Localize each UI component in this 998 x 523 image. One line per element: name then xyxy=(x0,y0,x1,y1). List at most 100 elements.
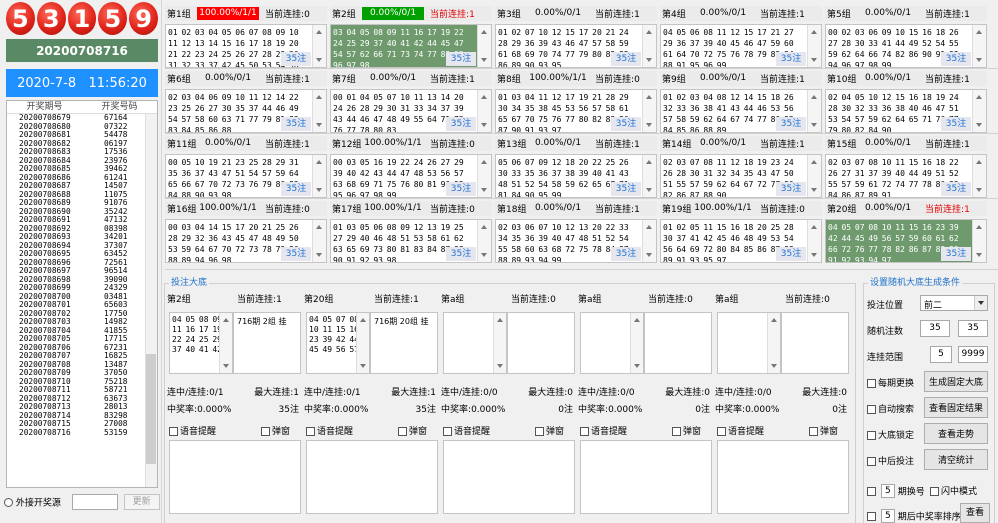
lock-checkbox[interactable]: 大底锁定 xyxy=(867,428,914,441)
range-min-input[interactable]: 5 xyxy=(930,346,952,363)
sort-input[interactable]: 5 xyxy=(880,509,895,523)
scroll-up-icon[interactable] xyxy=(811,95,817,99)
bet-plan-box[interactable] xyxy=(507,312,575,374)
group-scrollbar[interactable] xyxy=(807,155,821,197)
random-min-input[interactable]: 35 xyxy=(920,320,950,337)
voice-alert-checkbox[interactable]: 语音提醒 xyxy=(717,424,764,437)
group-numbers-box[interactable]: 01 02 07 10 12 15 17 20 21 24 28 29 36 3… xyxy=(495,24,657,68)
scroll-up-icon[interactable] xyxy=(811,225,817,229)
scroll-down-icon[interactable] xyxy=(481,188,487,192)
scroll-up-icon[interactable] xyxy=(634,318,640,322)
popup-checkbox[interactable]: 弹窗 xyxy=(398,424,427,437)
scroll-down-icon[interactable] xyxy=(811,253,817,257)
bet-plan-box[interactable] xyxy=(644,312,712,374)
voice-alert-checkbox[interactable]: 语音提醒 xyxy=(443,424,490,437)
popup-checkbox[interactable]: 弹窗 xyxy=(535,424,564,437)
position-select[interactable]: 前二 xyxy=(920,295,988,311)
scroll-up-icon[interactable] xyxy=(223,318,229,322)
bet-result-box[interactable] xyxy=(306,440,438,514)
external-source-input[interactable] xyxy=(71,494,118,510)
period-change-input[interactable]: 5 xyxy=(880,484,895,498)
scroll-down-icon[interactable] xyxy=(771,364,777,368)
group-scrollbar[interactable] xyxy=(972,220,986,262)
group-scrollbar[interactable] xyxy=(807,25,821,67)
bet-plan-box[interactable] xyxy=(781,312,849,374)
scroll-up-icon[interactable] xyxy=(481,95,487,99)
group-scrollbar[interactable] xyxy=(312,90,326,132)
popup-checkbox[interactable]: 弹窗 xyxy=(809,424,838,437)
group-numbers-box[interactable]: 02 04 05 10 12 15 16 18 19 24 28 30 32 3… xyxy=(825,89,987,133)
scroll-up-icon[interactable] xyxy=(976,225,982,229)
each-period-checkbox[interactable]: 每期更换 xyxy=(867,376,914,389)
sort-checkbox[interactable] xyxy=(867,511,876,521)
group-scrollbar[interactable] xyxy=(477,220,491,262)
group-scrollbar[interactable] xyxy=(807,90,821,132)
bet-numbers-box[interactable] xyxy=(717,312,781,374)
scroll-down-icon[interactable] xyxy=(646,188,652,192)
group-scrollbar[interactable] xyxy=(312,25,326,67)
scroll-up-icon[interactable] xyxy=(976,160,982,164)
group-numbers-box[interactable]: 02 03 04 06 09 10 11 12 14 22 23 25 26 2… xyxy=(165,89,327,133)
history-scroll-thumb[interactable] xyxy=(146,354,156,464)
bet-scrollbar[interactable] xyxy=(356,313,369,373)
scroll-down-icon[interactable] xyxy=(481,58,487,62)
scroll-down-icon[interactable] xyxy=(811,123,817,127)
scroll-down-icon[interactable] xyxy=(316,253,322,257)
bet-scrollbar[interactable] xyxy=(493,313,506,373)
bet-numbers-box[interactable]: 04 05 07 08 10 11 15 16 23 39 42 44 45 4… xyxy=(306,312,370,374)
bet-scrollbar[interactable] xyxy=(219,313,232,373)
scroll-up-icon[interactable] xyxy=(771,318,777,322)
group-numbers-box[interactable]: 02 03 07 08 10 11 15 16 18 22 26 27 31 3… xyxy=(825,154,987,198)
scroll-up-icon[interactable] xyxy=(646,30,652,34)
scroll-up-icon[interactable] xyxy=(811,160,817,164)
history-list[interactable]: 开奖期号 开奖号码 20200708679 67164 20200708680 073… xyxy=(6,100,158,488)
bet-result-box[interactable] xyxy=(717,440,849,514)
bet-scrollbar[interactable] xyxy=(767,313,780,373)
scroll-down-icon[interactable] xyxy=(811,58,817,62)
group-numbers-box[interactable]: 04 05 06 08 11 12 15 17 21 27 29 36 37 3… xyxy=(660,24,822,68)
group-numbers-box[interactable]: 01 02 03 04 08 12 14 15 18 26 32 33 36 3… xyxy=(660,89,822,133)
group-numbers-box[interactable]: 00 03 05 16 19 22 24 26 27 29 39 40 42 4… xyxy=(330,154,492,198)
voice-alert-checkbox[interactable]: 语音提醒 xyxy=(580,424,627,437)
scroll-down-icon[interactable] xyxy=(646,123,652,127)
scroll-up-icon[interactable] xyxy=(481,160,487,164)
scroll-down-icon[interactable] xyxy=(316,58,322,62)
group-scrollbar[interactable] xyxy=(477,155,491,197)
period-change-checkbox[interactable] xyxy=(867,486,876,496)
flash-mode-checkbox[interactable]: 闪中模式 xyxy=(930,484,977,497)
scroll-up-icon[interactable] xyxy=(360,318,366,322)
group-numbers-box[interactable]: 01 03 05 06 08 09 12 13 19 25 27 29 40 4… xyxy=(330,219,492,263)
bet-numbers-box[interactable] xyxy=(443,312,507,374)
voice-alert-checkbox[interactable]: 语音提醒 xyxy=(306,424,353,437)
scroll-up-icon[interactable] xyxy=(811,30,817,34)
group-numbers-box[interactable]: 00 02 03 06 09 10 15 16 18 26 27 28 30 3… xyxy=(825,24,987,68)
scroll-up-icon[interactable] xyxy=(481,225,487,229)
bet-numbers-box[interactable] xyxy=(580,312,644,374)
scroll-up-icon[interactable] xyxy=(976,30,982,34)
group-scrollbar[interactable] xyxy=(642,220,656,262)
scroll-down-icon[interactable] xyxy=(481,253,487,257)
group-scrollbar[interactable] xyxy=(972,155,986,197)
group-numbers-box[interactable]: 01 03 04 11 12 17 19 21 28 29 30 34 35 3… xyxy=(495,89,657,133)
scroll-down-icon[interactable] xyxy=(976,58,982,62)
scroll-up-icon[interactable] xyxy=(316,30,322,34)
bet-plan-box[interactable]: 716期 2组 挂 xyxy=(233,312,301,374)
view-button[interactable]: 查看 xyxy=(960,503,990,523)
auto-search-checkbox[interactable]: 自动搜索 xyxy=(867,402,914,415)
update-button[interactable]: 更新 xyxy=(123,494,160,510)
view-trend-button[interactable]: 查看走势 xyxy=(924,423,988,444)
group-numbers-box[interactable]: 03 04 05 08 09 11 16 17 19 22 24 25 29 3… xyxy=(330,24,492,68)
scroll-down-icon[interactable] xyxy=(497,364,503,368)
scroll-up-icon[interactable] xyxy=(316,160,322,164)
group-scrollbar[interactable] xyxy=(312,220,326,262)
scroll-down-icon[interactable] xyxy=(646,253,652,257)
group-scrollbar[interactable] xyxy=(312,155,326,197)
group-numbers-box[interactable]: 00 01 04 05 07 10 11 13 14 20 24 26 28 2… xyxy=(330,89,492,133)
bet-result-box[interactable] xyxy=(169,440,301,514)
bet-scrollbar[interactable] xyxy=(630,313,643,373)
view-fixed-result-button[interactable]: 查看固定结果 xyxy=(924,397,988,418)
group-scrollbar[interactable] xyxy=(642,155,656,197)
history-row[interactable]: 20200708716 53159 xyxy=(7,428,157,438)
popup-checkbox[interactable]: 弹窗 xyxy=(672,424,701,437)
external-source-radio[interactable] xyxy=(4,497,13,507)
